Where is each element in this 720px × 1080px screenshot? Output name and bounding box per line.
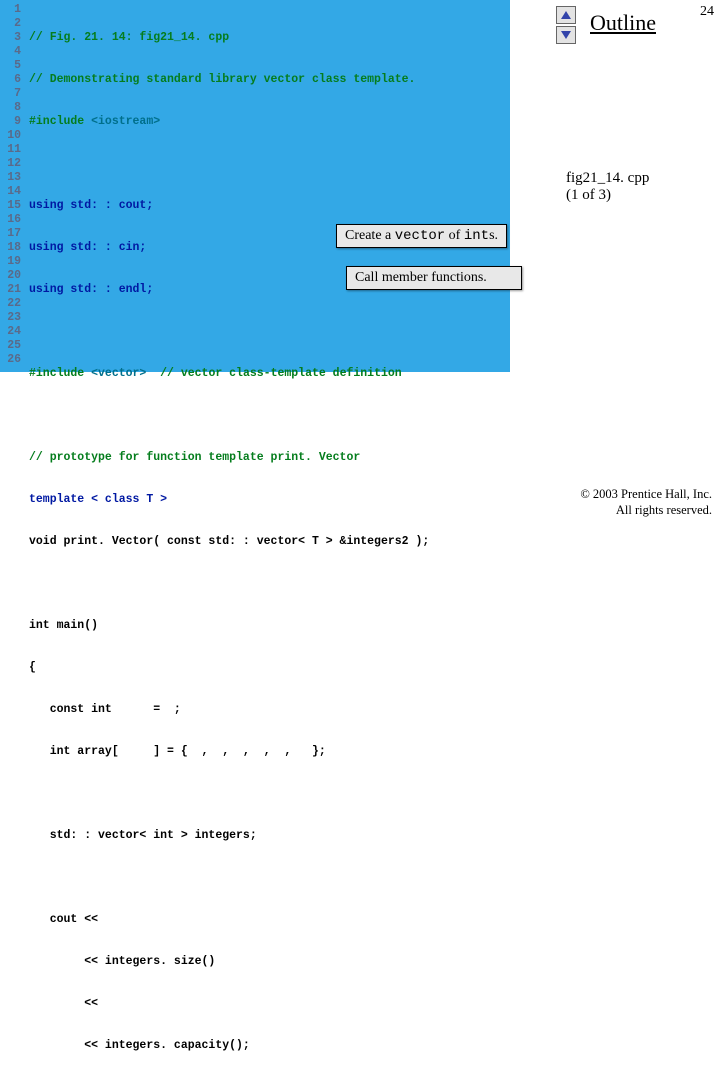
code-line: using std: : cout; <box>29 199 429 213</box>
code-line: #include <vector> // vector class-templa… <box>29 367 429 381</box>
outline-heading: Outline <box>590 10 656 36</box>
code-line: // Fig. 21. 14: fig21_14. cpp <box>29 31 429 45</box>
code-line <box>29 577 429 591</box>
copyright-footer: © 2003 Prentice Hall, Inc. All rights re… <box>580 486 712 518</box>
callout-create-vector: Create a vector of ints. <box>336 224 507 248</box>
code-line: #include <iostream> <box>29 115 429 129</box>
code-line: void print. Vector( const std: : vector<… <box>29 535 429 549</box>
code-line: // prototype for function template print… <box>29 451 429 465</box>
callout-member-functions: Call member functions. <box>346 266 522 290</box>
triangle-down-icon <box>561 31 571 39</box>
code-line: const int = ; <box>29 703 429 717</box>
code-line: << <box>29 997 429 1011</box>
code-line <box>29 409 429 423</box>
nav-down-button[interactable] <box>556 26 576 44</box>
code-line: std: : vector< int > integers; <box>29 829 429 843</box>
sidebar: Outline 24 fig21_14. cpp (1 of 3) <box>516 0 720 540</box>
code-listing: 123 456 789 101112 131415 161718 192021 … <box>0 0 510 372</box>
nav-up-button[interactable] <box>556 6 576 24</box>
file-caption: fig21_14. cpp (1 of 3) <box>566 170 649 204</box>
code-line <box>29 157 429 171</box>
code-line: cout << <box>29 913 429 927</box>
code-line <box>29 871 429 885</box>
code-line: << integers. size() <box>29 955 429 969</box>
line-number-gutter: 123 456 789 101112 131415 161718 192021 … <box>0 0 23 372</box>
code-line: { <box>29 661 429 675</box>
page-number: 24 <box>700 4 714 20</box>
code-line <box>29 787 429 801</box>
code-body: // Fig. 21. 14: fig21_14. cpp // Demonst… <box>23 0 429 372</box>
code-line: int main() <box>29 619 429 633</box>
code-line: // Demonstrating standard library vector… <box>29 73 429 87</box>
triangle-up-icon <box>561 11 571 19</box>
code-line: template < class T > <box>29 493 429 507</box>
code-line: << integers. capacity(); <box>29 1039 429 1053</box>
code-line: int array[ ] = { , , , , , }; <box>29 745 429 759</box>
code-line <box>29 325 429 339</box>
